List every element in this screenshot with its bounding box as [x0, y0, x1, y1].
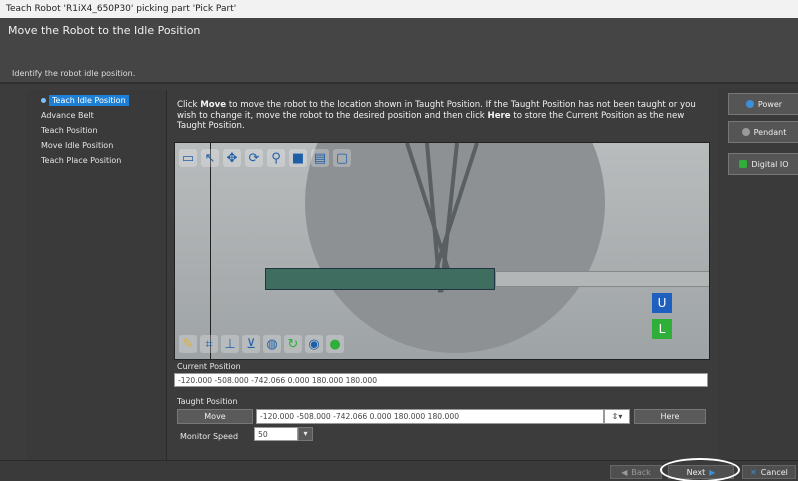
window-titlebar: Teach Robot 'R1iX4_650P30' picking part … [0, 0, 798, 18]
measure-icon[interactable]: ⌗ [200, 335, 218, 353]
properties-icon[interactable]: ▤ [311, 149, 329, 167]
axes-icon[interactable]: ⊥ [221, 335, 239, 353]
nav-item-label: Teach Idle Position [49, 95, 129, 106]
plane-icon[interactable]: ⊻ [242, 335, 260, 353]
cancel-label: Cancel [760, 467, 788, 477]
rotate-icon[interactable]: ⟳ [245, 149, 263, 167]
cancel-button[interactable]: ✕ Cancel [742, 465, 796, 479]
monitor-speed-label: Monitor Speed [180, 432, 239, 441]
current-position-field: -120.000 -508.000 -742.066 0.000 180.000… [174, 373, 708, 387]
viewport-toolbar-top: ▭ ↖ ✥ ⟳ ⚲ ■ ▤ ▢ [179, 149, 351, 167]
zoom-icon[interactable]: ⚲ [267, 149, 285, 167]
pendant-label: Pendant [753, 127, 787, 137]
nav-item-advance-belt[interactable]: Advance Belt [27, 108, 166, 123]
edit-pencil-icon[interactable]: ✎ [179, 335, 197, 353]
active-step-icon [41, 98, 46, 103]
select-pointer-icon[interactable]: ↖ [201, 149, 219, 167]
chevron-down-icon: ▾ [303, 429, 308, 438]
window-title: Teach Robot 'R1iX4_650P30' picking part … [6, 4, 237, 14]
here-button[interactable]: Here [634, 409, 706, 424]
move-button[interactable]: Move [177, 409, 253, 424]
pendant-button[interactable]: Pendant [728, 121, 798, 143]
nav-item-label: Advance Belt [41, 111, 94, 120]
page-title: Move the Robot to the Idle Position [8, 24, 201, 37]
next-highlight-ring [660, 458, 740, 481]
nav-item-label: Teach Position [41, 126, 98, 135]
viewport-guide-line [210, 143, 211, 359]
digital-io-icon [739, 160, 748, 168]
power-label: Power [757, 99, 783, 109]
instr-here: Here [487, 110, 511, 121]
pendant-icon [741, 128, 750, 136]
globe-icon[interactable]: ◉ [305, 335, 323, 353]
conveyor-belt [265, 268, 495, 290]
side-panel: Power Pendant Digital IO [718, 88, 798, 460]
window-icon[interactable]: ▭ [179, 149, 197, 167]
cylinder-icon[interactable]: ◍ [263, 335, 281, 353]
u-marker: U [652, 293, 672, 313]
nav-item-teach-idle-position[interactable]: Teach Idle Position [27, 93, 166, 108]
header-divider [0, 82, 798, 84]
stepper-icon: ⇕▾ [611, 412, 623, 421]
monitor-speed-field[interactable]: 50 [254, 427, 298, 441]
pan-icon[interactable]: ✥ [223, 149, 241, 167]
green-dot-icon[interactable]: ● [326, 335, 344, 353]
current-position-label: Current Position [177, 362, 241, 371]
instr-move: Move [200, 100, 227, 110]
power-icon [745, 100, 754, 108]
l-marker: L [652, 319, 672, 339]
back-label: Back [631, 467, 651, 477]
page-subtitle: Identify the robot idle position. [12, 69, 136, 78]
back-arrow-icon: ◀ [621, 467, 628, 477]
instructions-text: Click Move to move the robot to the loca… [177, 100, 707, 132]
nav-item-label: Move Idle Position [41, 141, 114, 150]
refresh-icon[interactable]: ↻ [284, 335, 302, 353]
nav-item-move-idle-position[interactable]: Move Idle Position [27, 138, 166, 153]
cube-view-icon[interactable]: ■ [289, 149, 307, 167]
monitor-speed-dropdown[interactable]: ▾ [298, 427, 313, 441]
view-frame-icon[interactable]: ▢ [333, 149, 351, 167]
nav-item-teach-place-position[interactable]: Teach Place Position [27, 153, 166, 168]
taught-position-dropdown[interactable]: ⇕▾ [604, 409, 630, 424]
power-button[interactable]: Power [728, 93, 798, 115]
taught-position-label: Taught Position [177, 397, 238, 406]
step-navigation: Teach Idle Position Advance Belt Teach P… [27, 90, 167, 460]
wizard-header: Move the Robot to the Idle Position Iden… [0, 18, 798, 84]
conveyor-belt-right [495, 271, 709, 287]
cancel-icon: ✕ [750, 467, 757, 477]
back-button[interactable]: ◀ Back [610, 465, 662, 479]
digital-io-button[interactable]: Digital IO [728, 153, 798, 175]
taught-position-field[interactable]: -120.000 -508.000 -742.066 0.000 180.000… [256, 409, 604, 424]
instr-part1: Click [177, 100, 201, 110]
nav-item-label: Teach Place Position [41, 156, 122, 165]
nav-item-teach-position[interactable]: Teach Position [27, 123, 166, 138]
viewport-toolbar-bottom: ✎ ⌗ ⊥ ⊻ ◍ ↻ ◉ ● [179, 335, 344, 353]
digital-io-label: Digital IO [751, 159, 789, 169]
3d-viewport[interactable]: ▭ ↖ ✥ ⟳ ⚲ ■ ▤ ▢ ✎ ⌗ ⊥ ⊻ ◍ ↻ ◉ ● U L [174, 142, 710, 360]
